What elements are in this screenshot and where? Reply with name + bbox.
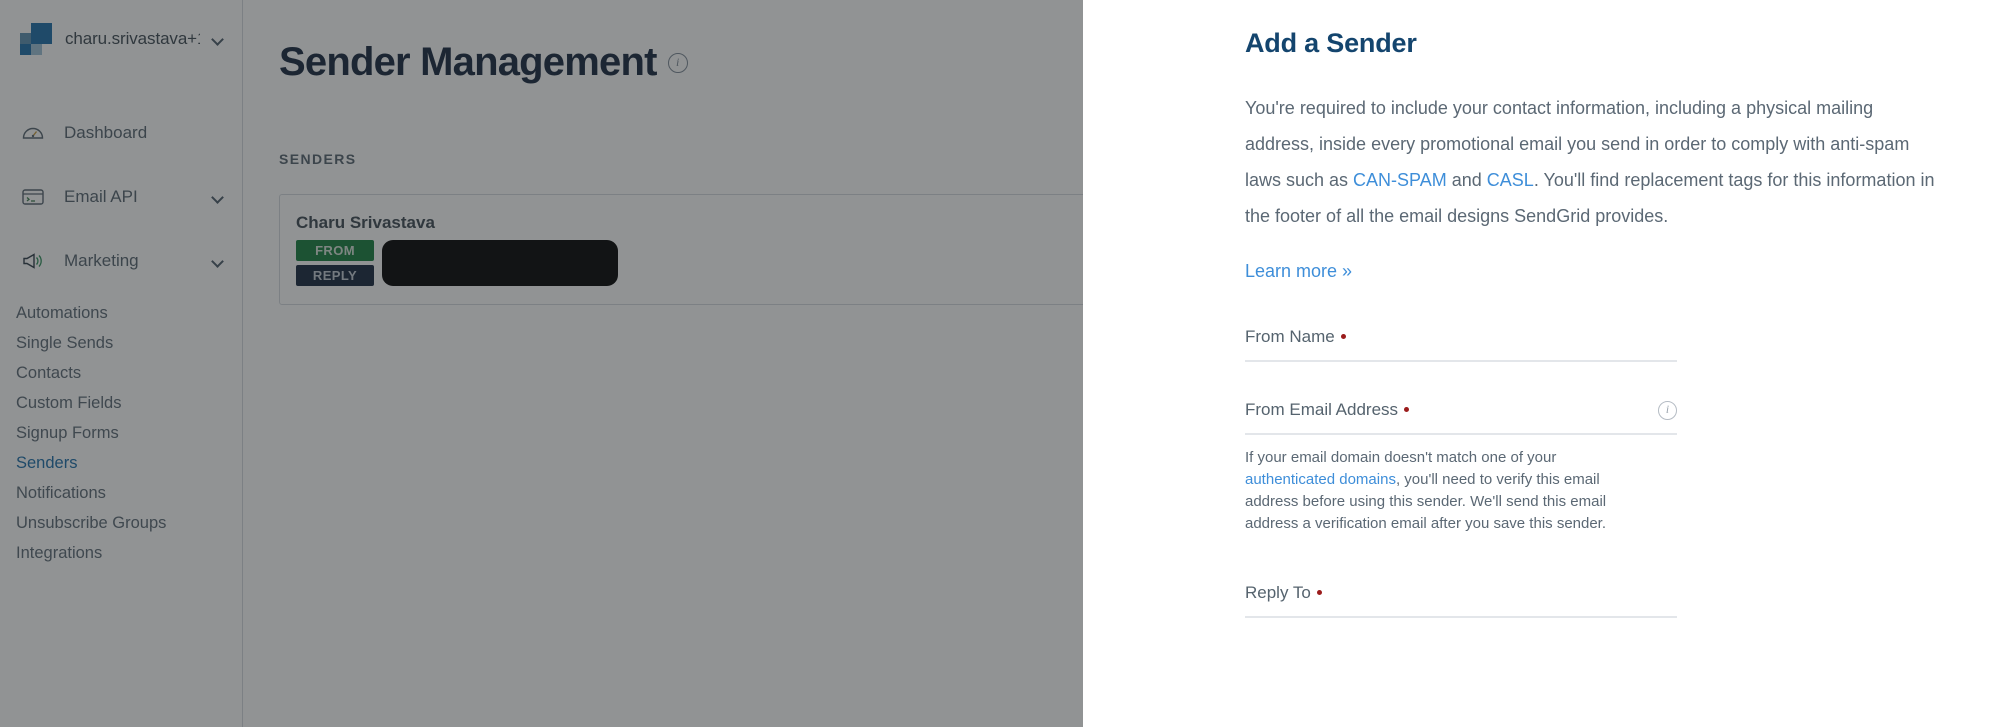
add-sender-panel: Add a Sender You're required to include …	[1083, 0, 2000, 727]
from-name-input-wrapper[interactable]	[1245, 360, 1677, 362]
casl-link[interactable]: CASL	[1487, 170, 1534, 190]
from-email-label: From Email Address	[1245, 400, 1410, 420]
field-spacer	[1245, 362, 1938, 400]
add-sender-form: From Name From Email Address i If your e…	[1245, 327, 1938, 618]
reply-to-label-row: Reply To	[1245, 583, 1677, 603]
required-indicator	[1340, 334, 1346, 339]
help-part-1: If your email domain doesn't match one o…	[1245, 449, 1557, 466]
from-email-help-text: If your email domain doesn't match one o…	[1245, 447, 1617, 535]
required-indicator	[1316, 590, 1322, 595]
reply-to-field: Reply To	[1245, 583, 1938, 618]
authenticated-domains-link[interactable]: authenticated domains	[1245, 471, 1396, 488]
reply-to-label-text: Reply To	[1245, 583, 1311, 602]
app-root: charu.srivastava+1 Dashboard	[0, 0, 2000, 727]
from-email-label-row: From Email Address i	[1245, 400, 1677, 420]
from-name-label-row: From Name	[1245, 327, 1677, 347]
can-spam-link[interactable]: CAN-SPAM	[1353, 170, 1447, 190]
from-email-input-wrapper[interactable]	[1245, 433, 1677, 435]
from-name-label: From Name	[1245, 327, 1346, 347]
reply-to-label: Reply To	[1245, 583, 1322, 603]
learn-more-link[interactable]: Learn more »	[1245, 261, 1352, 282]
panel-description-part-2: and	[1446, 170, 1487, 190]
from-email-field: From Email Address i If your email domai…	[1245, 400, 1938, 535]
reply-to-input-wrapper[interactable]	[1245, 616, 1677, 618]
panel-description: You're required to include your contact …	[1245, 90, 1935, 234]
panel-title: Add a Sender	[1245, 28, 1417, 58]
modal-overlay[interactable]	[0, 0, 1083, 727]
field-spacer	[1245, 535, 1938, 583]
from-email-label-text: From Email Address	[1245, 400, 1399, 419]
from-name-label-text: From Name	[1245, 327, 1335, 346]
required-indicator	[1404, 407, 1410, 412]
info-icon[interactable]: i	[1658, 400, 1677, 420]
from-name-field: From Name	[1245, 327, 1938, 362]
